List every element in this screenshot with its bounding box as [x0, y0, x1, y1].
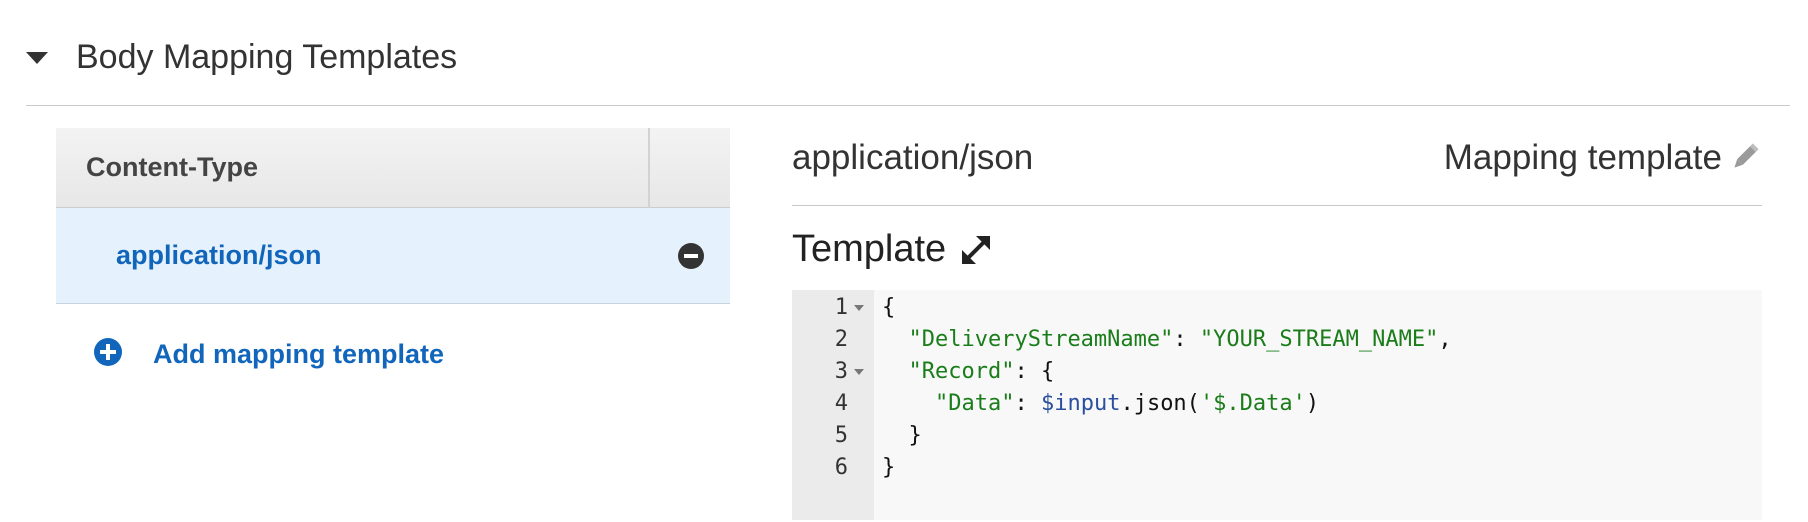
expand-arrows-icon[interactable]: [958, 232, 994, 268]
fold-caret-icon[interactable]: [854, 369, 864, 375]
code-token: }: [882, 455, 896, 480]
code-line: 1{: [792, 292, 1762, 324]
code-token: :: [1014, 391, 1041, 416]
template-title-row: Template: [792, 206, 1762, 290]
line-number: 1: [834, 295, 848, 320]
code-token: .json(: [1120, 391, 1200, 416]
column-divider: [648, 128, 650, 208]
panel-header: application/json Mapping template: [792, 128, 1762, 206]
plus-circle-icon[interactable]: [94, 338, 122, 366]
code-token: {: [882, 295, 896, 320]
code-string: "Data": [934, 391, 1015, 416]
code-text: "Data": $input.json('$.Data'): [882, 388, 1319, 420]
code-token: ): [1305, 391, 1320, 416]
code-text: "Record": {: [882, 356, 1055, 388]
code-variable: $input: [1040, 391, 1121, 416]
code-string: "Record": [908, 359, 1015, 384]
mapping-template-label: Mapping template: [1443, 138, 1722, 177]
code-text: {: [882, 292, 895, 324]
fold-caret-icon[interactable]: [854, 305, 864, 311]
line-number: 4: [834, 391, 848, 416]
code-token: ,: [1438, 327, 1452, 352]
code-line: 5 }: [792, 420, 1762, 452]
add-mapping-template-label[interactable]: Add mapping template: [153, 339, 444, 370]
code-text: }: [882, 452, 895, 484]
section-header: Body Mapping Templates: [26, 30, 1790, 106]
selected-content-type: application/json: [792, 138, 1034, 177]
line-number: 2: [834, 327, 848, 352]
code-line: 3 "Record": {: [792, 356, 1762, 388]
pencil-icon[interactable]: [1728, 140, 1762, 174]
add-mapping-template-button[interactable]: Add mapping template: [56, 304, 730, 400]
code-token: :: [1173, 327, 1200, 352]
code-line: 4 "Data": $input.json('$.Data'): [792, 388, 1762, 420]
line-number: 3: [834, 359, 848, 384]
minus-circle-icon[interactable]: [678, 243, 704, 269]
content-type-column-header: Content-Type: [86, 152, 258, 182]
content-type-table-header: Content-Type: [56, 128, 730, 208]
content-type-link[interactable]: application/json: [116, 240, 322, 271]
code-line: 6}: [792, 452, 1762, 484]
code-text: }: [882, 420, 922, 452]
content-type-table: Content-Type application/json Add mappin…: [56, 128, 730, 400]
code-token: }: [908, 423, 922, 448]
line-number: 5: [834, 423, 848, 448]
caret-down-icon[interactable]: [26, 52, 48, 64]
template-title: Template: [792, 228, 947, 270]
code-string: '$.Data': [1199, 391, 1306, 416]
code-token: : {: [1014, 359, 1055, 384]
code-string: "YOUR_STREAM_NAME": [1199, 327, 1439, 352]
line-number: 6: [834, 455, 848, 480]
code-line: 2 "DeliveryStreamName": "YOUR_STREAM_NAM…: [792, 324, 1762, 356]
code-string: "DeliveryStreamName": [908, 327, 1174, 352]
template-code-editor[interactable]: 1{2 "DeliveryStreamName": "YOUR_STREAM_N…: [792, 290, 1762, 520]
code-text: "DeliveryStreamName": "YOUR_STREAM_NAME"…: [882, 324, 1452, 356]
mapping-template-panel: application/json Mapping template Templa…: [792, 128, 1762, 520]
section-title: Body Mapping Templates: [76, 38, 458, 76]
content-type-row-application-json[interactable]: application/json: [56, 208, 730, 304]
